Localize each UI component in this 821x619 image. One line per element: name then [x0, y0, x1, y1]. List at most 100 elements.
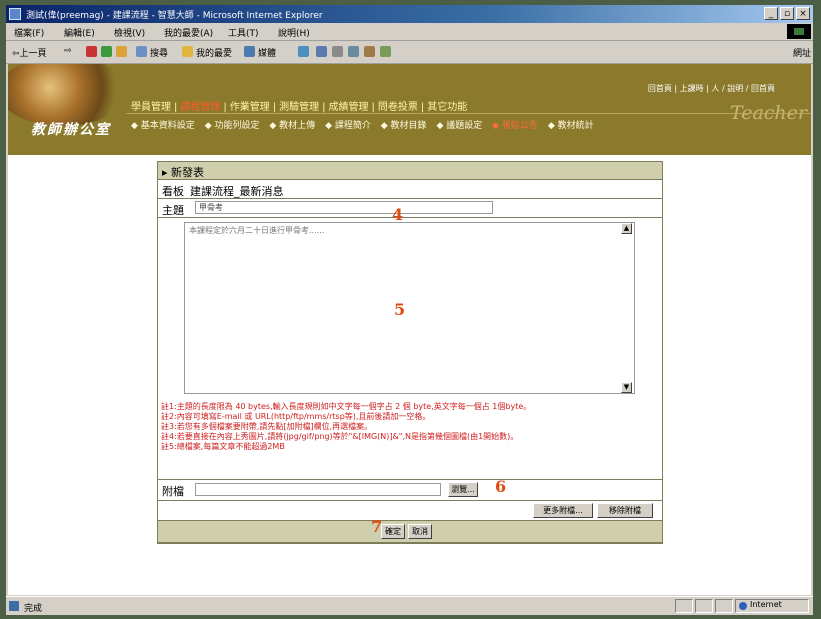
refresh-icon[interactable]: [101, 46, 112, 57]
scroll-up-arrow-icon[interactable]: ▲: [621, 223, 632, 234]
remove-attach-button[interactable]: 移除附檔: [597, 503, 653, 518]
subnav-basic-settings[interactable]: ◆ 基本資料設定: [131, 121, 195, 131]
windows-logo-icon: [787, 24, 811, 39]
maximize-button[interactable]: ▫: [780, 7, 794, 20]
menu-help[interactable]: 說明(H): [278, 26, 310, 39]
media-icon[interactable]: [244, 46, 255, 57]
main-nav: 學員管理 | 課程管理 | 作業管理 | 測驗管理 | 成績管理 | 問卷投票 | 其它功能: [131, 102, 468, 113]
search-icon[interactable]: [136, 46, 147, 57]
board-row: 看板 建課流程_最新消息: [158, 180, 662, 198]
subnav-stats[interactable]: ◆ 教材統計: [548, 121, 594, 131]
status-text: 完成: [24, 604, 43, 614]
board-label: 看板: [162, 185, 184, 198]
nav-grades[interactable]: 成績管理: [329, 102, 369, 113]
address-label: 網址: [792, 49, 811, 59]
forward-button[interactable]: ⇨: [64, 46, 72, 56]
nav-survey[interactable]: 問卷投票: [378, 102, 418, 113]
note-line: 註1:主題的長度限為 40 bytes,輸入長度規則如中文字每一個字占 2 個 …: [161, 402, 532, 411]
board-value: 建課流程_最新消息: [190, 185, 284, 198]
ie-icon: [9, 8, 21, 20]
page-icon: [9, 601, 19, 611]
more-attach-button[interactable]: 更多附檔...: [533, 503, 593, 518]
body-text: 本課程定於六月二十日進行甲骨考......: [189, 226, 325, 235]
note-line: 註5:總檔案,每篇文章不能超過2MB: [161, 442, 285, 451]
subnav-upload[interactable]: ◆ 教材上傳: [269, 121, 315, 131]
form-header: ▸ 新發表: [158, 162, 662, 179]
annotation-7: 7: [371, 517, 383, 536]
nav-students[interactable]: 學員管理: [131, 102, 171, 113]
menu-file[interactable]: 檔案(F): [14, 26, 44, 39]
annotation-4: 4: [392, 205, 404, 224]
attach-label: 附檔: [162, 485, 184, 498]
discuss-icon[interactable]: [364, 46, 375, 57]
edit-icon[interactable]: [348, 46, 359, 57]
home-icon[interactable]: [116, 46, 127, 57]
toolbar: ⇦上一頁 ⇨ 搜尋 我的最愛 媒體 網址: [6, 41, 813, 64]
note-line: 註2:內容可填寫E-mail 或 URL(http/ftp/mms/rtsp等)…: [161, 412, 431, 421]
status-cell: [715, 599, 733, 613]
menu-view[interactable]: 檢視(V): [114, 26, 145, 39]
nav-homework[interactable]: 作業管理: [230, 102, 270, 113]
browser-window: 測試(偉(preemag) - 建課流程 - 智慧大師 - Microsoft …: [6, 5, 813, 615]
note-line: 註4:若要直接在內容上秀圖片,請將(jpg/gif/png)等於"&[IMG(N…: [161, 432, 519, 441]
menu-favorites[interactable]: 我的最愛(A): [164, 26, 213, 39]
attach-row: 附檔 瀏覽...: [158, 480, 662, 500]
attach-file-input[interactable]: [195, 483, 441, 496]
back-button[interactable]: ⇦上一頁: [12, 46, 47, 59]
attach-actions-row: 更多附檔... 移除附檔: [158, 501, 662, 520]
site-logo: 教師辦公室: [31, 122, 111, 138]
status-cell: [695, 599, 713, 613]
annotation-5: 5: [394, 300, 406, 319]
status-bar: 完成 Internet: [6, 596, 813, 615]
window-title: 測試(偉(preemag) - 建課流程 - 智慧大師 - Microsoft …: [26, 11, 323, 21]
minimize-button[interactable]: _: [764, 7, 778, 20]
subject-input[interactable]: [195, 201, 493, 214]
security-zone: Internet: [735, 599, 809, 613]
favorites-icon[interactable]: [182, 46, 193, 57]
messenger-icon[interactable]: [380, 46, 391, 57]
form-title: ▸ 新發表: [162, 166, 205, 179]
form-footer: 確定 取消: [158, 521, 662, 542]
mail-icon[interactable]: [316, 46, 327, 57]
stop-icon[interactable]: [86, 46, 97, 57]
subject-row: 主題: [158, 199, 662, 217]
subnav-catalog[interactable]: ◆ 教材目錄: [381, 121, 427, 131]
scroll-down-arrow-icon[interactable]: ▼: [621, 382, 632, 393]
subnav-topics[interactable]: ◆ 議題設定: [436, 121, 482, 131]
subnav-function-settings[interactable]: ◆ 功能列設定: [205, 121, 260, 131]
zone-label: Internet: [750, 600, 782, 609]
subnav-intro[interactable]: ◆ 課程簡介: [325, 121, 371, 131]
favorites-button[interactable]: 我的最愛: [196, 46, 232, 59]
page-content: 教師辦公室 回首頁 | 上課時 | 人 / 說明 / 回首頁 Teacher 學…: [8, 64, 811, 595]
browse-button[interactable]: 瀏覽...: [448, 482, 478, 497]
subnav-announce[interactable]: ◆ 張貼公告: [492, 121, 538, 131]
nav-divider: [126, 113, 811, 114]
sub-nav: ◆ 基本資料設定 ◆ 功能列設定 ◆ 教材上傳 ◆ 課程簡介 ◆ 教材目錄 ◆ …: [131, 118, 601, 131]
menu-edit[interactable]: 編輯(E): [64, 26, 95, 39]
close-button[interactable]: ×: [796, 7, 810, 20]
nav-course[interactable]: 課程管理: [180, 102, 220, 113]
menu-tools[interactable]: 工具(T): [228, 26, 259, 39]
cancel-button[interactable]: 取消: [408, 524, 432, 539]
nav-exam[interactable]: 測驗管理: [279, 102, 319, 113]
annotation-6: 6: [495, 477, 507, 496]
body-scrollbar[interactable]: ▲ ▼: [621, 223, 632, 393]
globe-icon: [739, 602, 747, 610]
media-button[interactable]: 媒體: [258, 46, 276, 59]
menu-bar: 檔案(F) 編輯(E) 檢視(V) 我的最愛(A) 工具(T) 說明(H): [6, 23, 813, 41]
site-banner: 教師辦公室 回首頁 | 上課時 | 人 / 說明 / 回首頁 Teacher 學…: [8, 64, 811, 155]
title-bar: 測試(偉(preemag) - 建課流程 - 智慧大師 - Microsoft …: [6, 5, 813, 23]
subject-label: 主題: [162, 204, 184, 217]
status-cell: [675, 599, 693, 613]
body-row: 本課程定於六月二十日進行甲骨考...... ▲ ▼: [158, 218, 662, 399]
notes-block: 註1:主題的長度限為 40 bytes,輸入長度規則如中文字每一個字占 2 個 …: [158, 399, 662, 479]
search-button[interactable]: 搜尋: [150, 46, 168, 59]
ok-button[interactable]: 確定: [381, 524, 405, 539]
history-icon[interactable]: [298, 46, 309, 57]
print-icon[interactable]: [332, 46, 343, 57]
body-textarea[interactable]: 本課程定於六月二十日進行甲骨考...... ▲ ▼: [184, 222, 635, 394]
nav-other[interactable]: 其它功能: [427, 102, 467, 113]
user-links[interactable]: 回首頁 | 上課時 | 人 / 說明 / 回首頁: [648, 83, 775, 94]
post-form: ▸ 新發表 看板 建課流程_最新消息 主題 本課程定於六月二十日進行甲骨考...…: [157, 161, 663, 544]
banner-decoration: [8, 64, 128, 126]
